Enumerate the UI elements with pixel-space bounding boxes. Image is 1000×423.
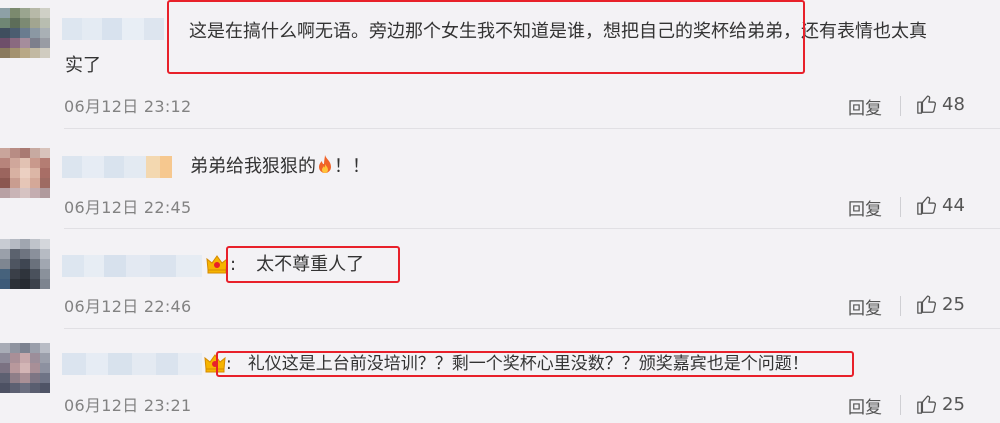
like-count: 25 [942,293,965,315]
divider [900,395,901,415]
comment-time: 06月12日 23:21 [64,396,192,415]
comment-text: : 太不尊重人了 [230,251,364,279]
comment-item: 弟弟给我狠狠的 ！！ 06月12日 22:45 回复 44 [0,129,1000,229]
thumbs-up-icon [917,196,937,215]
username-redacted[interactable] [62,156,172,178]
comment-item: 这是在搞什么啊无语。旁边那个女生我不知道是谁，想把自己的奖杯给弟弟，还有表情也太… [0,0,1000,129]
thumbs-up-icon [917,395,937,414]
like-count: 44 [942,194,965,216]
comment-text-main: 太不尊重人了 [256,254,365,275]
comment-time: 06月12日 22:45 [64,198,192,217]
divider [900,96,901,116]
like-button[interactable]: 44 [916,194,965,216]
divider [900,296,901,316]
avatar[interactable] [0,239,50,289]
avatar[interactable] [0,343,50,393]
comment-text: 弟弟给我狠狠的 ！！ [190,153,370,185]
comment-time: 06月12日 22:46 [64,297,192,316]
avatar[interactable] [0,8,50,58]
like-count: 48 [942,93,965,115]
thumbs-up-icon [917,95,937,114]
divider [900,197,901,217]
reply-button[interactable]: 回复 [848,94,882,119]
username-redacted[interactable] [62,255,202,277]
like-button[interactable]: 48 [916,93,965,115]
username-redacted[interactable] [62,18,164,40]
comment-text-main: 弟弟给我狠狠的 [190,156,316,177]
username-redacted[interactable] [62,353,202,375]
comment-text-prefix: : [226,354,232,374]
crown-icon [204,353,226,377]
comment-text-tail: ！！ [334,156,370,177]
reply-button[interactable]: 回复 [848,294,882,319]
thumbs-up-icon [917,295,937,314]
reply-button[interactable]: 回复 [848,393,882,418]
comment-item: : 太不尊重人了 06月12日 22:46 回复 25 [0,229,1000,329]
fire-emoji [316,154,334,185]
avatar[interactable] [0,148,50,198]
comment-text: 这是在搞什么啊无语。旁边那个女生我不知道是谁，想把自己的奖杯给弟弟，还有表情也太… [189,21,927,42]
like-count: 25 [942,393,965,415]
crown-icon [206,254,228,278]
comment-text: : 礼仪这是上台前没培训？？剩一个奖杯心里没数？？颁奖嘉宾也是个问题！ [226,350,809,378]
comment-text-main: 礼仪这是上台前没培训？？剩一个奖杯心里没数？？颁奖嘉宾也是个问题！ [247,354,809,374]
comment-text-continued: 实了 [65,55,101,76]
like-button[interactable]: 25 [916,293,965,315]
comment-time: 06月12日 23:12 [64,97,192,116]
like-button[interactable]: 25 [916,393,965,415]
comment-text-prefix: : [230,254,237,275]
reply-button[interactable]: 回复 [848,195,882,220]
comment-item: : 礼仪这是上台前没培训？？剩一个奖杯心里没数？？颁奖嘉宾也是个问题！ 06月12… [0,329,1000,423]
